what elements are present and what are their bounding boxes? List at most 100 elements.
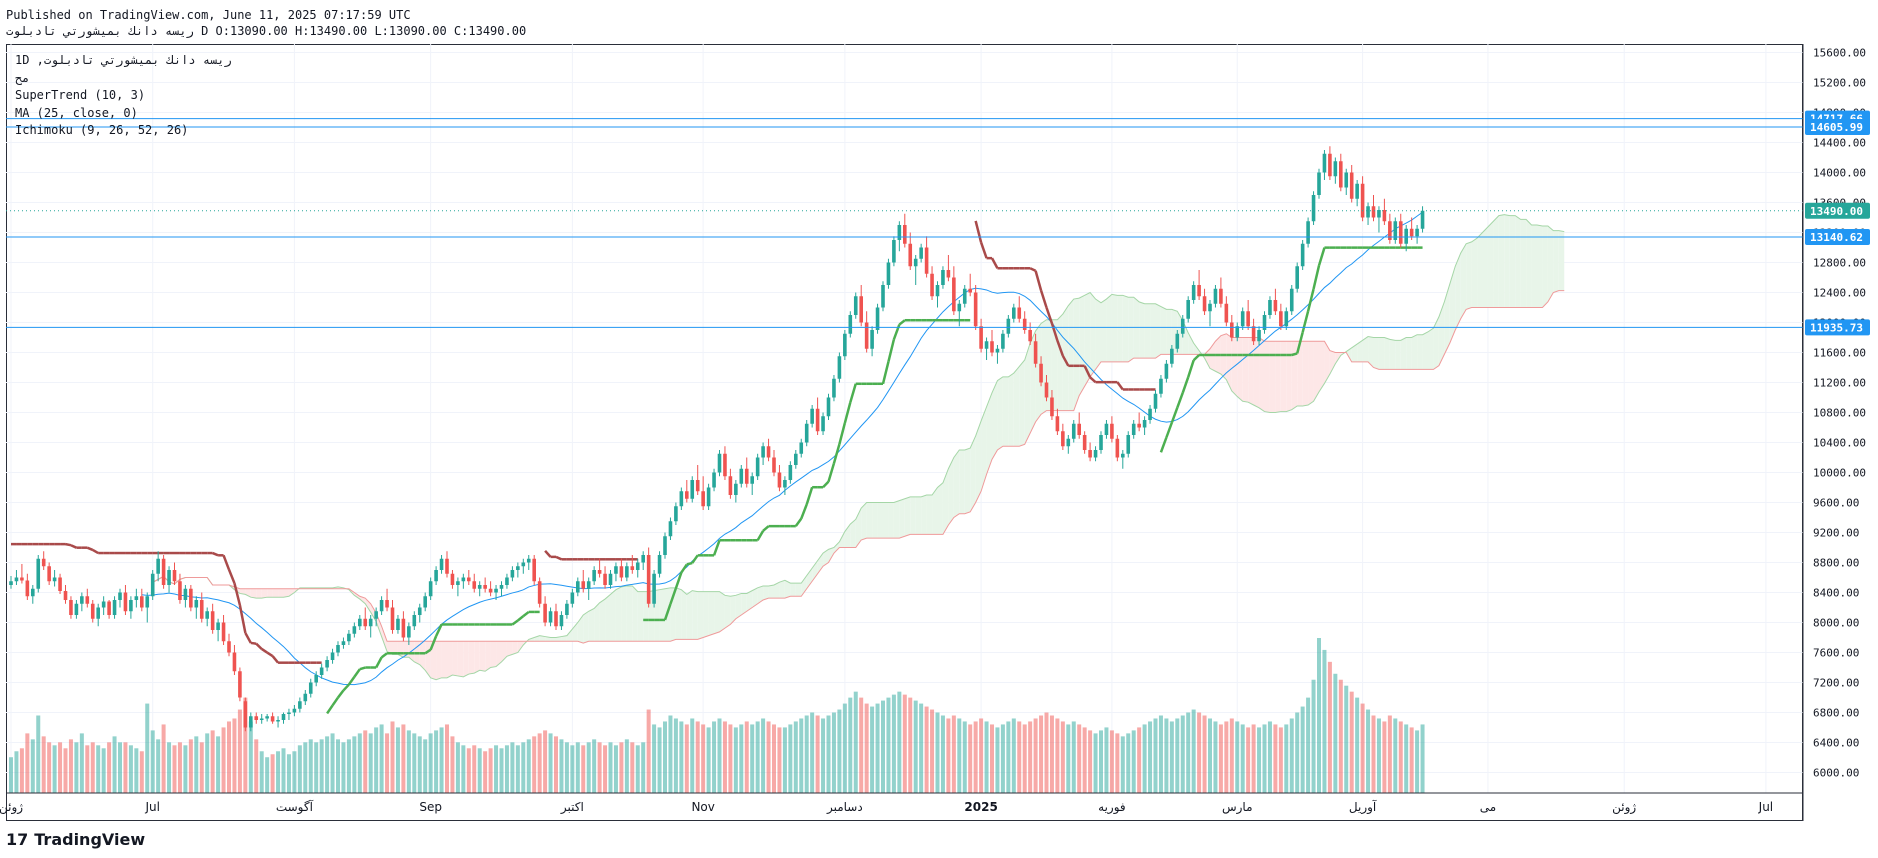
legend-symbol[interactable]: 1D ,ريسه دانك بميشورتي تادبلوت [15, 52, 232, 70]
volume-bar [951, 715, 956, 793]
candle-body [559, 615, 564, 627]
candle-body [886, 262, 891, 285]
candle-body [652, 573, 656, 604]
ichimoku-cloud-segment [1068, 299, 1074, 411]
legend-ma[interactable]: MA (25, close, 0) [15, 105, 232, 123]
ichimoku-cloud-segment [703, 591, 709, 638]
ichimoku-cloud-segment [485, 641, 491, 672]
volume-bar [368, 733, 373, 793]
candle-body [129, 600, 133, 612]
volume-bar [439, 727, 444, 793]
volume-bar [1175, 718, 1180, 793]
volume-bar [341, 742, 346, 793]
legend-ichimoku[interactable]: Ichimoku (9, 26, 52, 26) [15, 122, 232, 140]
y-tick-label: 11200.00 [1813, 377, 1866, 390]
volume-bar [597, 742, 602, 793]
volume-bar [41, 736, 46, 793]
x-tick-label: آگوست [276, 799, 314, 815]
volume-bar [641, 742, 646, 793]
volume-bar [107, 742, 112, 793]
volume-bar [564, 742, 569, 793]
candle-body [1333, 161, 1338, 177]
volume-bar [1376, 718, 1381, 793]
volume-bar [412, 733, 417, 793]
candle-body [1099, 435, 1103, 450]
candle-body [450, 573, 455, 585]
candle-body [1001, 333, 1005, 349]
volume-bar [1251, 724, 1256, 793]
candle-body [499, 585, 504, 589]
candle-body [145, 596, 150, 608]
supertrend-segment [1089, 376, 1097, 384]
candle-body [799, 442, 804, 454]
volume-bar [984, 721, 989, 793]
candle-body [1039, 363, 1043, 383]
volume-bar [799, 718, 804, 793]
volume-bar [47, 742, 52, 793]
ichimoku-cloud-segment [550, 637, 556, 642]
volume-bar [1164, 718, 1169, 793]
tradingview-logo[interactable]: 𝟭𝟳 TradingView [6, 830, 145, 849]
candle-body [1240, 311, 1245, 327]
candle-body [859, 296, 863, 323]
ichimoku-cloud-segment [1400, 337, 1407, 370]
volume-bar [1060, 721, 1065, 793]
candle-body [36, 558, 41, 589]
ichimoku-cloud-segment [1248, 337, 1254, 405]
candle-body [358, 618, 362, 627]
price-chart[interactable]: 15600.0015200.0014800.0014400.0014000.00… [0, 0, 1878, 858]
candle-body [1170, 348, 1174, 364]
volume-bar [592, 739, 597, 793]
volume-bar [657, 727, 662, 793]
candle-body [1164, 363, 1169, 379]
volume-bar [52, 745, 57, 793]
volume-bar [1409, 727, 1414, 793]
supertrend-segment [347, 676, 356, 686]
volume-bar [227, 721, 231, 793]
candle-body [325, 660, 329, 668]
candle-body [1279, 311, 1283, 327]
volume-bar [870, 706, 875, 793]
candle-body [1257, 330, 1261, 342]
candle-body [483, 585, 487, 589]
volume-bar [1322, 649, 1327, 793]
ichimoku-cloud-segment [626, 585, 633, 642]
candle-body [919, 247, 923, 259]
candle-body [1273, 300, 1278, 312]
candle-body [189, 588, 193, 608]
supertrend-segment [255, 642, 263, 650]
candle-body [20, 577, 24, 581]
ichimoku-cloud-segment [1057, 314, 1063, 411]
candle-body [1110, 423, 1114, 439]
ichimoku-cloud-segment [605, 594, 611, 642]
ichimoku-cloud-segment [1417, 334, 1423, 370]
ichimoku-cloud-segment [872, 502, 878, 539]
ichimoku-cloud-segment [1553, 230, 1559, 293]
legend-sub: مح [15, 70, 30, 85]
volume-bar [559, 739, 564, 793]
volume-bar [1218, 724, 1223, 793]
volume-bar [728, 724, 733, 793]
candle-body [663, 536, 667, 555]
volume-bar [259, 751, 264, 793]
candle-body [941, 270, 945, 285]
volume-bar [848, 697, 853, 793]
volume-bar [363, 730, 368, 793]
volume-bar [325, 736, 330, 793]
candle-body [194, 600, 199, 608]
candle-body [259, 718, 264, 720]
ichimoku-cloud-segment [893, 500, 900, 539]
legend-supertrend[interactable]: SuperTrend (10, 3) [15, 87, 232, 105]
volume-bar [14, 751, 19, 793]
candle-body [630, 566, 635, 570]
supertrend-segment [674, 572, 683, 589]
y-tick-label: 10800.00 [1813, 407, 1866, 420]
candle-body [728, 476, 733, 495]
candle-body [537, 581, 542, 604]
candle-body [1071, 423, 1076, 439]
candle-body [445, 558, 449, 574]
candle-body [107, 601, 111, 615]
ichimoku-cloud-segment [1090, 292, 1096, 377]
supertrend-segment [238, 604, 247, 634]
candle-body [892, 240, 896, 263]
